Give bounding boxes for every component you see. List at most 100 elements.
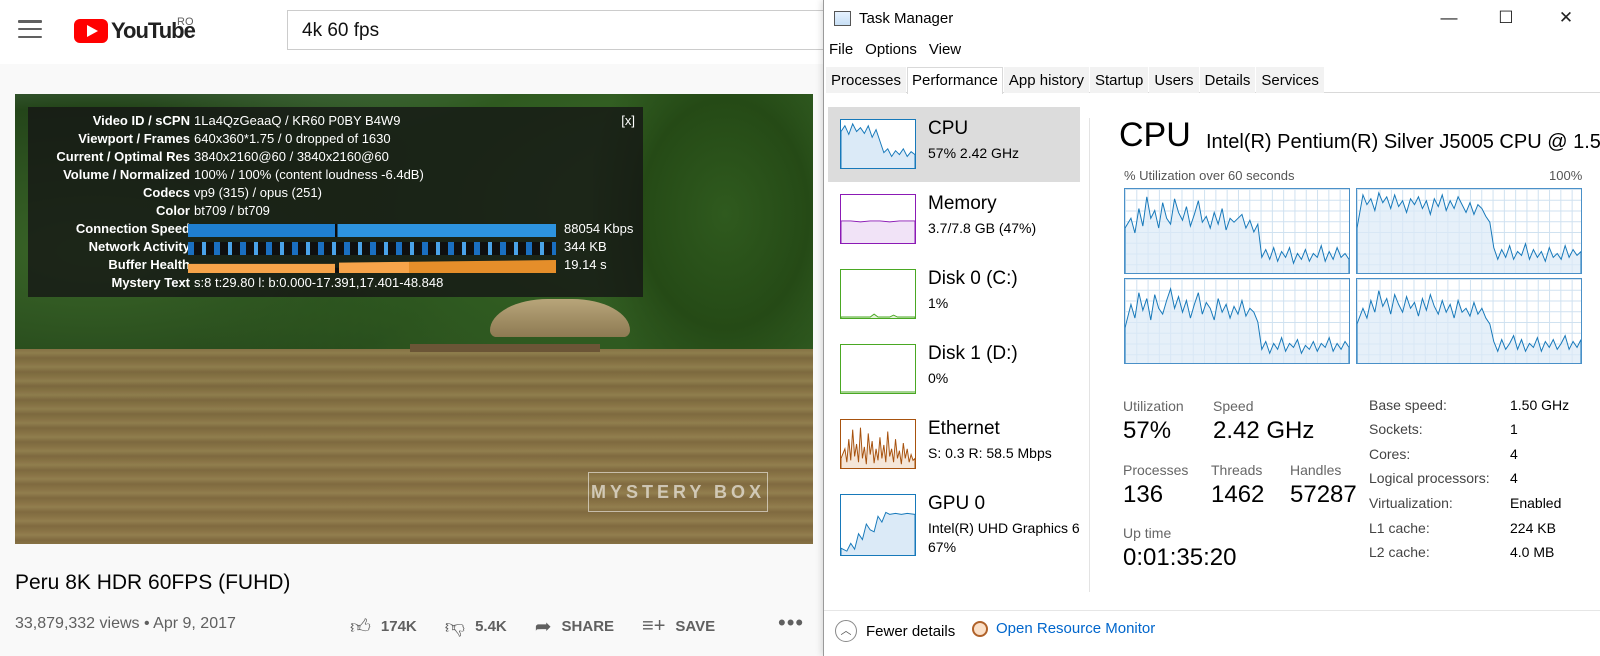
fewer-details-button[interactable]: ︿ Fewer details bbox=[835, 620, 955, 642]
spec-label-virtualization: Virtualization: bbox=[1369, 495, 1453, 511]
spec-label-l2-cache: L2 cache: bbox=[1369, 544, 1430, 560]
stat-value: vp9 (315) / opus (251) bbox=[194, 185, 322, 200]
spec-value-virtualization: Enabled bbox=[1510, 495, 1562, 511]
sidebar-item-label: Disk 1 (D:) bbox=[928, 343, 1018, 364]
stat-value: s:8 t:29.80 l: b:0.000-17.391,17.401-48.… bbox=[194, 275, 444, 290]
stat-value: 3840x2160@60 / 3840x2160@60 bbox=[194, 149, 389, 164]
stat-row-volume: Volume / Normalized 100% / 100% (content… bbox=[28, 167, 643, 185]
stat-row-viewport: Viewport / Frames 640x360*1.75 / 0 dropp… bbox=[28, 131, 643, 149]
spec-value-logical-processors: 4 bbox=[1510, 470, 1518, 486]
spec-label-base-speed: Base speed: bbox=[1369, 397, 1447, 413]
tab-details[interactable]: Details bbox=[1199, 67, 1256, 93]
tab-startup[interactable]: Startup bbox=[1089, 67, 1149, 93]
like-button[interactable]: 👍︎ 174K bbox=[350, 615, 417, 639]
search-input[interactable]: 4k 60 fps bbox=[287, 10, 827, 50]
task-manager-app-icon bbox=[834, 11, 851, 26]
open-resource-monitor-link[interactable]: Open Resource Monitor bbox=[972, 620, 1155, 637]
stat-label: Current / Optimal Res bbox=[56, 149, 190, 164]
video-title: Peru 8K HDR 60FPS (FUHD) bbox=[15, 571, 291, 594]
sidebar-item-memory[interactable]: Memory 3.7/7.8 GB (47%) bbox=[828, 182, 1080, 257]
like-count: 174K bbox=[380, 618, 417, 635]
country-code: RO bbox=[177, 16, 194, 28]
save-button[interactable]: ≡+ SAVE bbox=[642, 615, 715, 638]
sidebar-item-label: CPU bbox=[928, 118, 969, 139]
sidebar-item-value: Intel(R) UHD Graphics 6 bbox=[928, 520, 1080, 536]
speed-value: 2.42 GHz bbox=[1213, 417, 1315, 444]
threads-value: 1462 bbox=[1211, 481, 1265, 508]
sidebar-item-value: 3.7/7.8 GB (47%) bbox=[928, 220, 1037, 236]
stat-label: Network Activity bbox=[88, 239, 190, 254]
stat-value: 344 KB bbox=[564, 239, 607, 254]
more-actions-icon[interactable]: ••• bbox=[778, 610, 804, 636]
processes-label: Processes bbox=[1123, 462, 1189, 478]
tab-app-history[interactable]: App history bbox=[1003, 67, 1089, 93]
stat-value: 100% / 100% (content loudness -6.4dB) bbox=[194, 167, 424, 182]
stat-row-resolution: Current / Optimal Res 3840x2160@60 / 384… bbox=[28, 149, 643, 167]
cpu-core-3-graph bbox=[1356, 278, 1582, 364]
youtube-play-icon bbox=[74, 19, 108, 43]
stat-label: Connection Speed bbox=[75, 221, 190, 236]
chevron-up-icon: ︿ bbox=[835, 620, 857, 642]
tab-performance[interactable]: Performance bbox=[907, 67, 1003, 94]
tab-users[interactable]: Users bbox=[1149, 67, 1199, 93]
cpu-model-name: Intel(R) Pentium(R) Silver J5005 CPU @ 1… bbox=[1206, 131, 1600, 153]
video-actions: 👍︎ 174K 👎︎ 5.4K ➦ SHARE ≡+ SAVE bbox=[350, 614, 743, 639]
performance-sidebar: CPU 57% 2.42 GHz Memory 3.7/7.8 GB (47%)… bbox=[828, 107, 1080, 557]
spec-value-cores: 4 bbox=[1510, 446, 1518, 462]
menu-file[interactable]: File bbox=[829, 41, 853, 58]
minimize-button[interactable]: — bbox=[1429, 8, 1469, 28]
tab-processes[interactable]: Processes bbox=[826, 67, 907, 93]
sidebar-item-gpu-0[interactable]: GPU 0 Intel(R) UHD Graphics 6 67% bbox=[828, 482, 1080, 557]
spec-value-l2-cache: 4.0 MB bbox=[1510, 544, 1555, 560]
menu-view[interactable]: View bbox=[929, 41, 961, 58]
spec-label-logical-processors: Logical processors: bbox=[1369, 470, 1490, 486]
dislike-button[interactable]: 👎︎ 5.4K bbox=[445, 615, 507, 639]
maximize-button[interactable]: ☐ bbox=[1486, 8, 1526, 28]
menu-icon[interactable] bbox=[18, 20, 42, 38]
upload-date: Apr 9, 2017 bbox=[153, 615, 236, 632]
stat-label: Codecs bbox=[143, 185, 190, 200]
threads-label: Threads bbox=[1211, 462, 1263, 478]
stat-row-connection-speed: Connection Speed 88054 Kbps bbox=[28, 221, 643, 239]
playlist-add-icon: ≡+ bbox=[642, 615, 666, 637]
sidebar-item-value: S: 0.3 R: 58.5 Mbps bbox=[928, 445, 1052, 461]
sidebar-item-value-2: 67% bbox=[928, 539, 957, 555]
youtube-header: YouTube RO 4k 60 fps bbox=[0, 0, 827, 64]
speed-label: Speed bbox=[1213, 398, 1254, 414]
close-button[interactable]: ✕ bbox=[1546, 8, 1586, 28]
share-button[interactable]: ➦ SHARE bbox=[535, 614, 614, 639]
memory-mini-graph bbox=[840, 194, 916, 244]
spec-label-sockets: Sockets: bbox=[1369, 421, 1423, 437]
window-title-text: Task Manager bbox=[859, 10, 954, 27]
cpu-core-2-graph bbox=[1124, 278, 1350, 364]
tab-strip: Processes Performance App history Startu… bbox=[826, 67, 1600, 94]
utilization-value: 57% bbox=[1123, 417, 1172, 444]
cpu-heading: CPU bbox=[1119, 116, 1191, 154]
task-manager-footer: ︿ Fewer details Open Resource Monitor bbox=[824, 610, 1600, 656]
window-title: Task Manager bbox=[834, 10, 953, 27]
processes-value: 136 bbox=[1123, 481, 1164, 508]
spec-value-sockets: 1 bbox=[1510, 421, 1518, 437]
open-resource-monitor-label: Open Resource Monitor bbox=[996, 620, 1156, 637]
stat-value: 640x360*1.75 / 0 dropped of 1630 bbox=[194, 131, 391, 146]
sidebar-item-cpu[interactable]: CPU 57% 2.42 GHz bbox=[828, 107, 1080, 182]
stat-row-mystery-text: Mystery Text s:8 t:29.80 l: b:0.000-17.3… bbox=[28, 275, 643, 293]
spec-value-l1-cache: 224 KB bbox=[1510, 520, 1556, 536]
menu-options[interactable]: Options bbox=[865, 41, 917, 58]
sidebar-item-ethernet[interactable]: Ethernet S: 0.3 R: 58.5 Mbps bbox=[828, 407, 1080, 482]
sidebar-item-disk-1[interactable]: Disk 1 (D:) 0% bbox=[828, 332, 1080, 407]
handles-label: Handles bbox=[1290, 462, 1342, 478]
cpu-mini-graph bbox=[840, 119, 916, 169]
stat-label: Buffer Health bbox=[108, 257, 190, 272]
tab-services[interactable]: Services bbox=[1256, 67, 1324, 93]
share-arrow-icon: ➦ bbox=[534, 616, 552, 638]
stat-row-video-id: Video ID / sCPN 1La4QzGeaaQ / KR60 P0BY … bbox=[28, 113, 643, 131]
thumbs-up-icon: 👍︎ bbox=[350, 615, 371, 638]
video-water bbox=[15, 349, 813, 544]
share-label: SHARE bbox=[561, 618, 615, 635]
task-manager-window: Task Manager — ☐ ✕ File Options View Pro… bbox=[823, 0, 1600, 656]
stat-row-codecs: Codecs vp9 (315) / opus (251) bbox=[28, 185, 643, 203]
spec-value-base-speed: 1.50 GHz bbox=[1510, 397, 1570, 413]
stat-value: 19.14 s bbox=[564, 257, 607, 272]
sidebar-item-disk-0[interactable]: Disk 0 (C:) 1% bbox=[828, 257, 1080, 332]
